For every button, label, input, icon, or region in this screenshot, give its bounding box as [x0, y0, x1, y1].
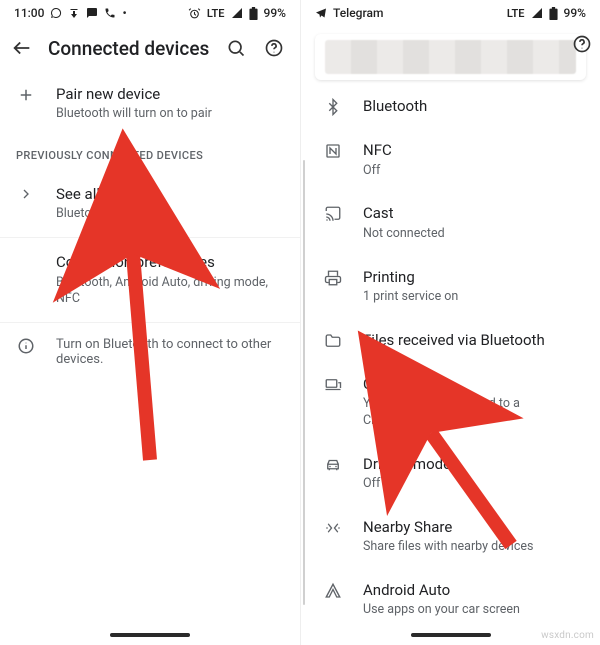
telegram-icon — [315, 7, 327, 19]
pref-sub: Your phone is not linked to a Chromebook — [363, 396, 584, 430]
signal-icon — [231, 7, 243, 19]
pref-nfc[interactable]: NFC Off — [301, 128, 600, 191]
pref-sub: Off — [363, 163, 584, 180]
scroll-indicator — [303, 160, 305, 605]
battery-icon — [249, 7, 258, 20]
status-more-icon: • — [122, 6, 126, 20]
pref-sub: Off — [363, 476, 584, 493]
prefs-title: Connection preferences — [56, 252, 284, 272]
status-net: LTE — [207, 7, 225, 20]
connection-preferences[interactable]: Connection preferences Bluetooth, Androi… — [0, 238, 300, 322]
status-net: LTE — [507, 7, 525, 20]
see-all-title: See all — [56, 184, 284, 204]
pref-title: Files received via Bluetooth — [363, 330, 584, 350]
pref-cast[interactable]: Cast Not connected — [301, 191, 600, 254]
bluetooth-icon — [321, 98, 345, 116]
message-icon — [86, 7, 98, 19]
pref-title: Driving mode — [363, 454, 584, 474]
pref-print[interactable]: Printing 1 print service on — [301, 255, 600, 318]
help-icon[interactable] — [262, 36, 286, 60]
chromebook-icon — [321, 376, 345, 394]
pair-title: Pair new device — [56, 84, 284, 104]
toolbar: Connected devices — [0, 26, 300, 70]
chevron-right-icon — [14, 186, 38, 202]
pair-sub: Bluetooth will turn on to pair — [56, 106, 284, 123]
info-row: Turn on Bluetooth to connect to other de… — [0, 323, 300, 381]
see-all-sub: Bluetooth will turn on — [56, 206, 284, 223]
nearby-icon — [321, 519, 345, 537]
pref-title: Bluetooth — [363, 96, 584, 116]
back-icon[interactable] — [10, 36, 34, 60]
pref-sub: Not connected — [363, 226, 584, 243]
pref-chromebook[interactable]: Chromebook Your phone is not linked to a… — [301, 362, 600, 442]
pref-title: Cast — [363, 203, 584, 223]
pref-sub: 1 print service on — [363, 289, 584, 306]
pref-folder[interactable]: Files received via Bluetooth — [301, 318, 600, 362]
nfc-icon — [321, 142, 345, 160]
nav-pill[interactable] — [411, 633, 491, 637]
watermark: wsxdn.com — [541, 630, 594, 641]
plus-icon — [14, 86, 38, 104]
whatsapp-icon — [50, 7, 62, 19]
nav-pill[interactable] — [110, 633, 190, 637]
status-bar: Telegram LTE 99% — [301, 0, 600, 26]
status-battery: 99% — [264, 6, 286, 20]
alarm-icon — [188, 7, 201, 20]
folder-icon — [321, 332, 345, 350]
pair-new-device[interactable]: Pair new device Bluetooth will turn on t… — [0, 70, 300, 137]
help-icon[interactable] — [570, 32, 594, 56]
pref-bluetooth[interactable]: Bluetooth — [301, 84, 600, 128]
info-text: Turn on Bluetooth to connect to other de… — [56, 337, 284, 367]
redacted-content — [325, 40, 576, 74]
search-card[interactable] — [315, 34, 586, 80]
auto-icon — [321, 582, 345, 600]
pref-sub: Share files with nearby devices — [363, 539, 584, 556]
see-all[interactable]: See all Bluetooth will turn on — [0, 170, 300, 237]
pref-title: Chromebook — [363, 374, 584, 394]
info-icon — [14, 337, 38, 367]
car-icon — [321, 456, 345, 474]
battery-icon — [549, 7, 558, 20]
search-icon[interactable] — [224, 36, 248, 60]
pref-nearby[interactable]: Nearby Share Share files with nearby dev… — [301, 505, 600, 568]
preferences-list: Bluetooth NFC Off Cast Not connected Pri… — [301, 84, 600, 631]
pref-sub: Use apps on your car screen — [363, 602, 584, 619]
phone-right: Telegram LTE 99% Bluetooth — [300, 0, 600, 645]
pref-title: NFC — [363, 140, 584, 160]
pref-title: Printing — [363, 267, 584, 287]
download-icon — [68, 7, 80, 19]
pref-auto[interactable]: Android Auto Use apps on your car screen — [301, 568, 600, 631]
pref-car[interactable]: Driving mode Off — [301, 442, 600, 505]
status-app: Telegram — [333, 6, 383, 20]
page-title: Connected devices — [48, 37, 210, 60]
pref-title: Nearby Share — [363, 517, 584, 537]
phone-icon — [104, 7, 116, 19]
section-previous: PREVIOUSLY CONNECTED DEVICES — [0, 137, 300, 170]
status-bar: 11:00 • LTE — [0, 0, 300, 26]
signal-icon — [531, 7, 543, 19]
pref-title: Android Auto — [363, 580, 584, 600]
prefs-sub: Bluetooth, Android Auto, driving mode, N… — [56, 275, 284, 309]
cast-icon — [321, 205, 345, 223]
print-icon — [321, 269, 345, 287]
status-battery: 99% — [564, 6, 586, 20]
phone-left: 11:00 • LTE — [0, 0, 300, 645]
status-time: 11:00 — [14, 6, 44, 20]
